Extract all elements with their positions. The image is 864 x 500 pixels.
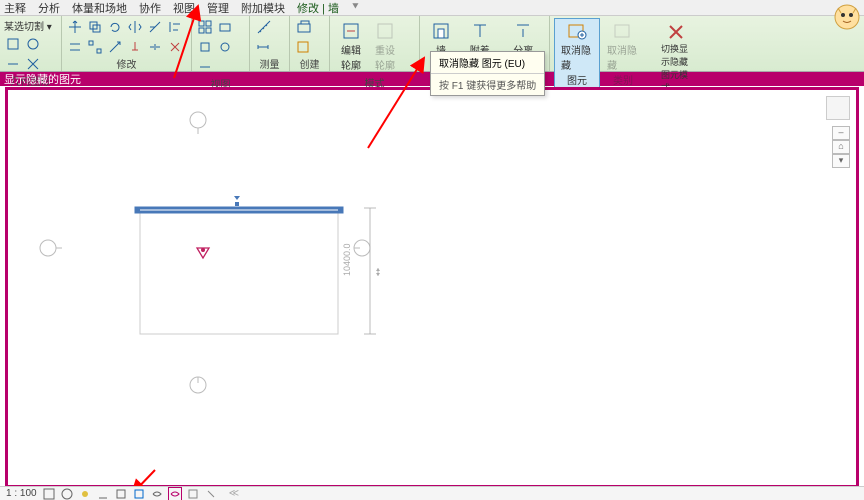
align-icon[interactable] <box>166 18 184 36</box>
scale-icon[interactable] <box>106 38 124 56</box>
menu-expand-icon[interactable]: ⯆ <box>351 1 360 14</box>
wall-inner <box>140 212 338 334</box>
reveal-hidden-icon[interactable] <box>169 488 181 500</box>
view-hide-icon[interactable] <box>216 18 234 36</box>
view-cam-icon[interactable] <box>216 38 234 56</box>
rotate-icon[interactable] <box>106 18 124 36</box>
temp-props-icon[interactable] <box>187 488 199 500</box>
menu-collab[interactable]: 协作 <box>139 0 161 16</box>
wall-segment[interactable] <box>136 208 342 212</box>
split-icon[interactable] <box>146 38 164 56</box>
edit-profile-icon <box>341 21 361 41</box>
hide-isolate-icon[interactable] <box>151 488 163 500</box>
view-cube[interactable] <box>826 96 850 120</box>
copy-icon[interactable] <box>86 18 104 36</box>
status-chevron-icon[interactable]: ≪ <box>229 488 239 499</box>
grid-bubble[interactable] <box>190 112 206 128</box>
mirror-icon[interactable] <box>126 18 144 36</box>
dimension-icon[interactable] <box>254 38 272 56</box>
menu-manage[interactable]: 管理 <box>207 0 229 16</box>
unhide-category-button: 取消隐藏类别 <box>600 18 646 90</box>
room-tag[interactable] <box>197 248 209 258</box>
drawing-canvas[interactable]: 10400.0 –⌂▾ <box>5 87 859 488</box>
menu-addins[interactable]: 附加模块 <box>241 0 285 16</box>
view-misc-icon[interactable] <box>196 58 214 76</box>
move-icon[interactable] <box>66 18 84 36</box>
assistant-mascot[interactable] <box>832 2 862 32</box>
menu-view[interactable]: 视图 <box>173 0 195 16</box>
menu-analyze[interactable]: 分析 <box>38 0 60 16</box>
unhide-element-button[interactable]: 取消隐藏图元 <box>554 18 600 90</box>
offset-icon[interactable] <box>66 38 84 56</box>
menu-annotate[interactable]: 主释 <box>4 0 26 16</box>
tooltip: 取消隐藏 图元 (EU) 按 F1 键获得更多帮助 <box>430 51 545 96</box>
toggle-reveal-icon <box>665 21 687 41</box>
measure-icon[interactable] <box>254 18 272 36</box>
sun-path-icon[interactable] <box>79 488 91 500</box>
detach-icon <box>513 21 533 41</box>
group-create-label: 创建 <box>294 56 325 71</box>
create-similar-icon[interactable] <box>294 18 312 36</box>
unhide-element-icon <box>566 21 588 41</box>
nav-bar[interactable]: –⌂▾ <box>832 126 850 168</box>
tooltip-hint: 按 F1 键获得更多帮助 <box>431 74 544 95</box>
group-modify-label: 修改 <box>66 56 187 71</box>
reset-profile-icon <box>375 21 395 41</box>
scale-label[interactable]: 1 : 100 <box>6 488 37 499</box>
create-group-icon[interactable] <box>294 38 312 56</box>
view-grid-icon[interactable] <box>196 18 214 36</box>
trim-icon[interactable] <box>146 18 164 36</box>
dimension[interactable]: 10400.0 <box>342 208 380 334</box>
cut-dropdown[interactable]: 某选切割 ▾ <box>4 18 52 33</box>
grid-bubble[interactable] <box>40 240 56 256</box>
visual-style-icon[interactable] <box>61 488 73 500</box>
attach-icon <box>470 21 490 41</box>
toggle-reveal-button[interactable]: 切换显示隐藏图元模式 <box>654 18 698 97</box>
crop-view-icon[interactable] <box>115 488 127 500</box>
constraints-icon[interactable] <box>205 488 217 500</box>
status-bar: 1 : 100 ≪ <box>0 486 864 500</box>
menu-modify-wall[interactable]: 修改 | 墙 <box>297 0 339 16</box>
array-icon[interactable] <box>86 38 104 56</box>
delete-icon[interactable] <box>166 38 184 56</box>
pin-icon[interactable] <box>126 38 144 56</box>
reset-profile-button: 重设轮廓 <box>368 18 402 75</box>
edit-profile-button[interactable]: 编辑轮廓 <box>334 18 368 75</box>
shadows-icon[interactable] <box>97 488 109 500</box>
view-iso-icon[interactable] <box>196 38 214 56</box>
menu-bar: 主释 分析 体量和场地 协作 视图 管理 附加模块 修改 | 墙 ⯆ <box>0 0 864 16</box>
paste-icon[interactable] <box>4 35 22 53</box>
detail-level-icon[interactable] <box>43 488 55 500</box>
group-measure-label: 测量 <box>254 56 285 71</box>
menu-massing[interactable]: 体量和场地 <box>72 0 127 16</box>
match-icon[interactable] <box>24 35 42 53</box>
wall-opening-icon <box>431 21 451 41</box>
tooltip-title: 取消隐藏 图元 (EU) <box>431 52 544 74</box>
svg-text:10400.0: 10400.0 <box>342 243 352 276</box>
unhide-category-icon <box>612 21 634 41</box>
view-title: 显示隐藏的图元 <box>4 71 81 87</box>
crop-region-icon[interactable] <box>133 488 145 500</box>
